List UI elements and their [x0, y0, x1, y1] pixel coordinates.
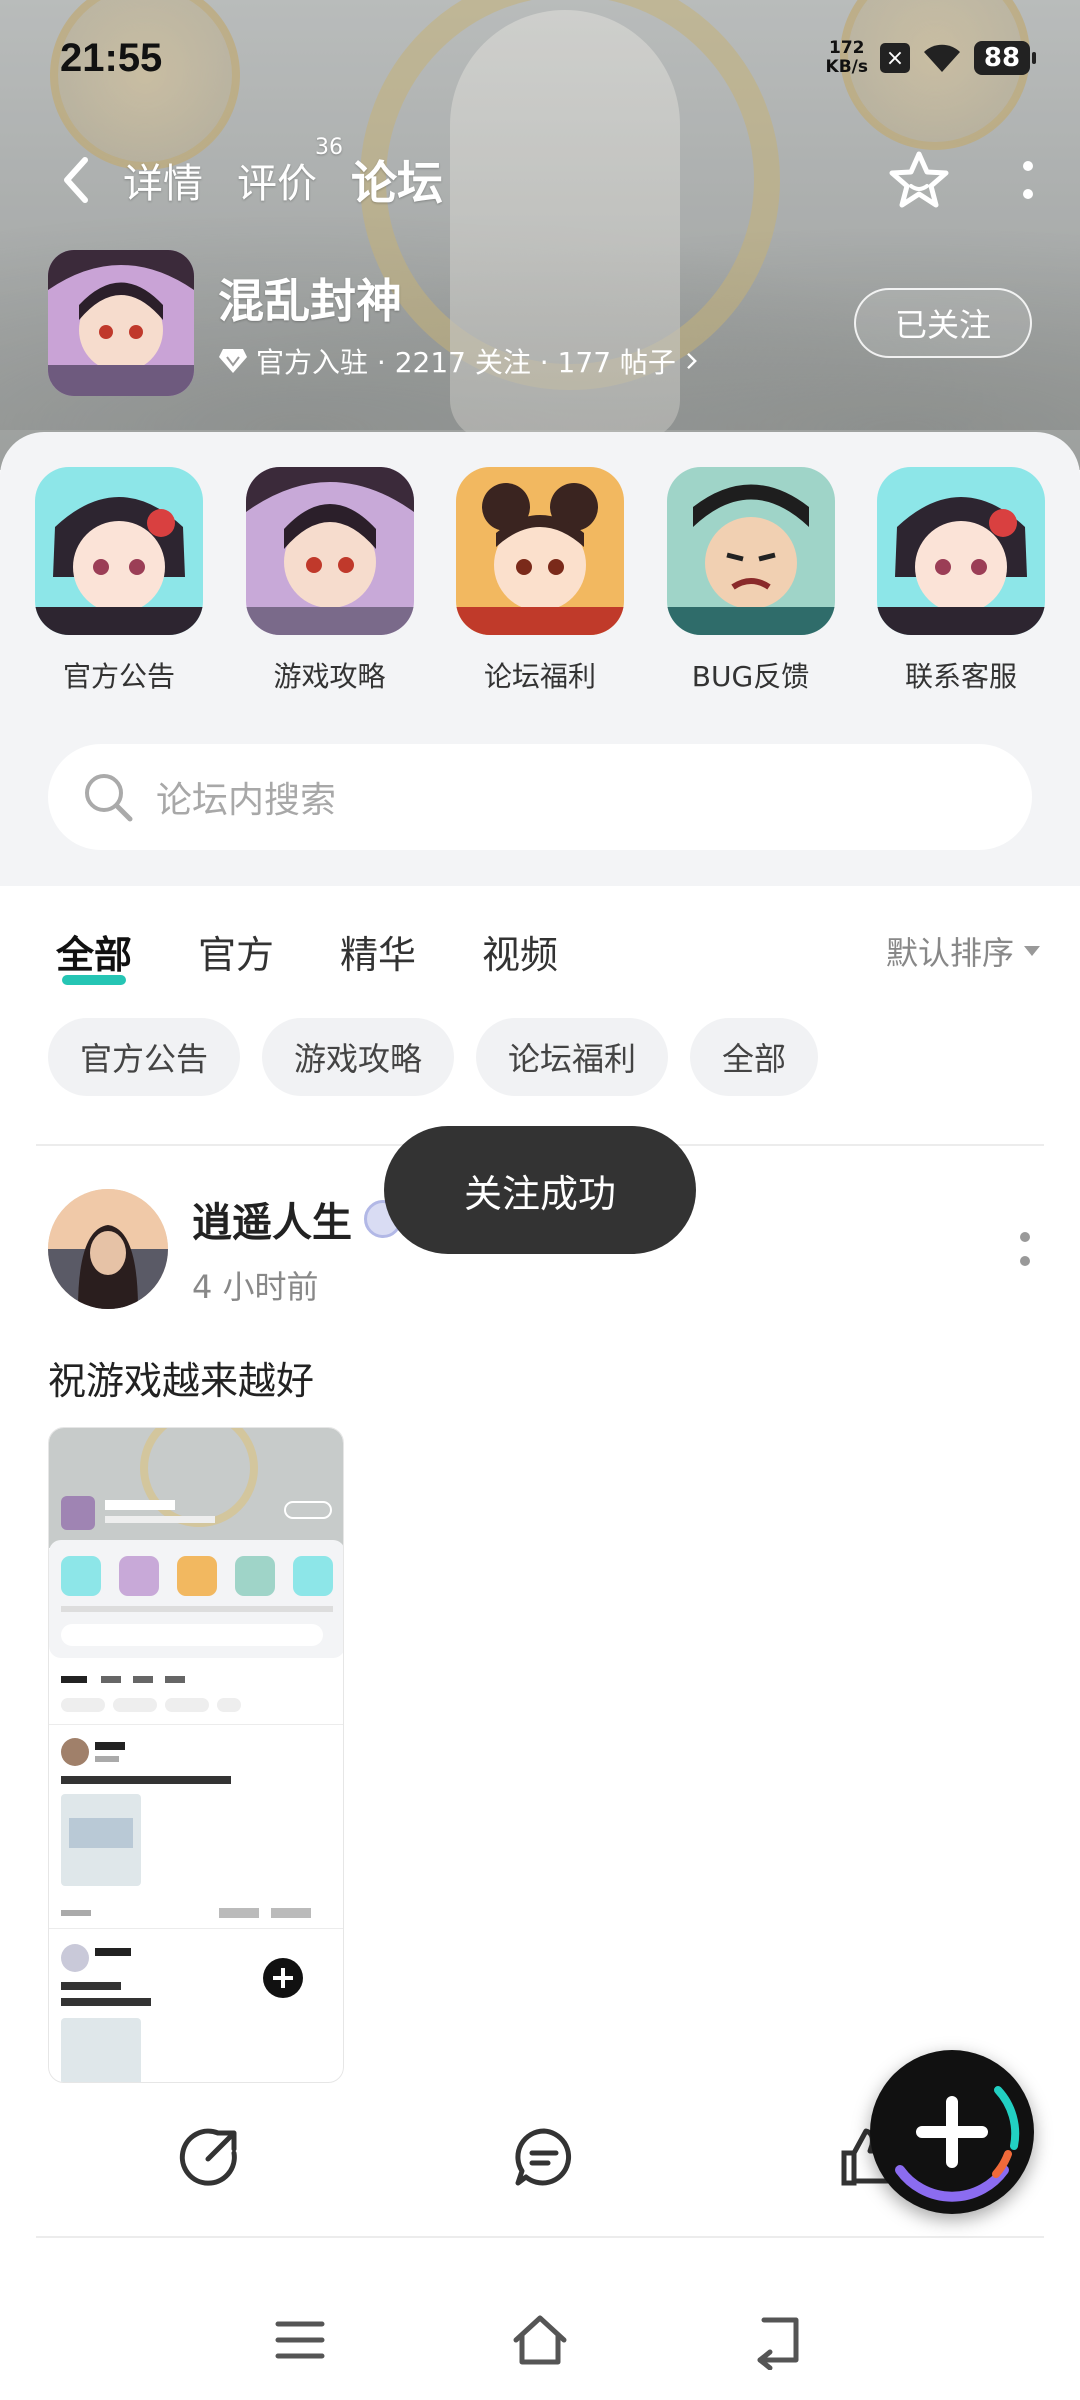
create-post-button[interactable]: [870, 2050, 1034, 2214]
search-icon: [85, 774, 133, 822]
more-icon[interactable]: [1021, 158, 1035, 202]
post-time: 4 小时前: [192, 1268, 319, 1306]
filter-tab-video[interactable]: 视频: [482, 924, 558, 979]
chevron-right-icon: [687, 352, 697, 370]
share-icon[interactable]: [178, 2125, 242, 2189]
quick-links: 官方公告 游戏攻略 论坛福利 BUG反馈 联系客服: [34, 467, 1046, 695]
game-title: 混乱封神: [218, 274, 402, 328]
quick-link-customer-service[interactable]: 联系客服: [876, 467, 1046, 695]
welfare-icon: [456, 467, 624, 635]
avatar[interactable]: [48, 1189, 168, 1309]
sort-dropdown[interactable]: 默认排序: [886, 928, 1040, 974]
quick-link-bug-report[interactable]: BUG反馈: [666, 467, 836, 695]
tab-details[interactable]: 详情: [123, 151, 203, 209]
game-meta[interactable]: 官方入驻 · 2217 关注 · 177 帖子: [218, 341, 700, 381]
divider: [36, 2236, 1044, 2238]
post-image[interactable]: [48, 1427, 344, 2083]
more-icon[interactable]: [1018, 1229, 1032, 1269]
customer-service-icon: [877, 467, 1045, 635]
filter-tab-official[interactable]: 官方: [198, 924, 274, 979]
comment-icon[interactable]: [512, 2125, 576, 2189]
status-time: 21:55: [60, 35, 163, 80]
home-icon[interactable]: [510, 2310, 570, 2370]
system-nav-bar: [0, 2280, 1080, 2400]
menu-icon[interactable]: [270, 2310, 330, 2370]
status-bar: 21:55 172 KB/s × 88: [60, 28, 1036, 88]
chip-all[interactable]: 全部: [690, 1018, 819, 1096]
reviews-count-badge: 36: [315, 135, 343, 160]
diamond-icon: [219, 349, 247, 373]
tab-reviews[interactable]: 评价 36: [237, 135, 343, 209]
back-nav-icon[interactable]: [750, 2310, 810, 2370]
wifi-icon: [924, 44, 960, 72]
star-icon[interactable]: [887, 148, 951, 212]
toast-message: 关注成功: [384, 1126, 696, 1254]
search-placeholder: 论坛内搜索: [156, 780, 337, 821]
network-speed: 172 KB/s: [825, 38, 868, 77]
post-text: 祝游戏越来越好: [48, 1359, 315, 1403]
chip-announcement[interactable]: 官方公告: [48, 1018, 241, 1096]
chip-guides[interactable]: 游戏攻略: [262, 1018, 455, 1096]
post-username[interactable]: 逍遥人生: [192, 1190, 352, 1248]
search-input[interactable]: 论坛内搜索: [48, 744, 1032, 850]
follow-button[interactable]: 已关注: [854, 288, 1032, 358]
announcement-icon: [35, 467, 203, 635]
category-chips: 官方公告 游戏攻略 论坛福利 全部: [48, 1018, 819, 1096]
back-icon[interactable]: [55, 150, 99, 210]
bug-report-icon: [666, 467, 835, 635]
quick-link-announcement[interactable]: 官方公告: [34, 467, 204, 695]
top-nav: 详情 评价 36 论坛: [55, 135, 1035, 215]
game-avatar[interactable]: [48, 250, 194, 396]
guides-icon: [245, 467, 414, 635]
battery-icon: 88: [974, 41, 1036, 75]
tab-forum[interactable]: 论坛: [351, 147, 443, 213]
sim-off-icon: ×: [880, 43, 910, 73]
forum-panel: 官方公告 游戏攻略 论坛福利 BUG反馈 联系客服 论坛内搜索: [0, 432, 1080, 886]
chip-welfare[interactable]: 论坛福利: [476, 1018, 669, 1096]
caret-down-icon: [1024, 946, 1040, 956]
filter-tab-featured[interactable]: 精华: [340, 924, 416, 979]
filter-tab-all[interactable]: 全部: [56, 924, 132, 985]
plus-icon: [895, 2086, 1020, 2202]
quick-link-guides[interactable]: 游戏攻略: [245, 467, 415, 695]
filter-tabs: 全部 官方 精华 视频 默认排序: [56, 916, 1040, 986]
quick-link-welfare[interactable]: 论坛福利: [455, 467, 625, 695]
game-info: 混乱封神 官方入驻 · 2217 关注 · 177 帖子 已关注: [48, 250, 1032, 396]
